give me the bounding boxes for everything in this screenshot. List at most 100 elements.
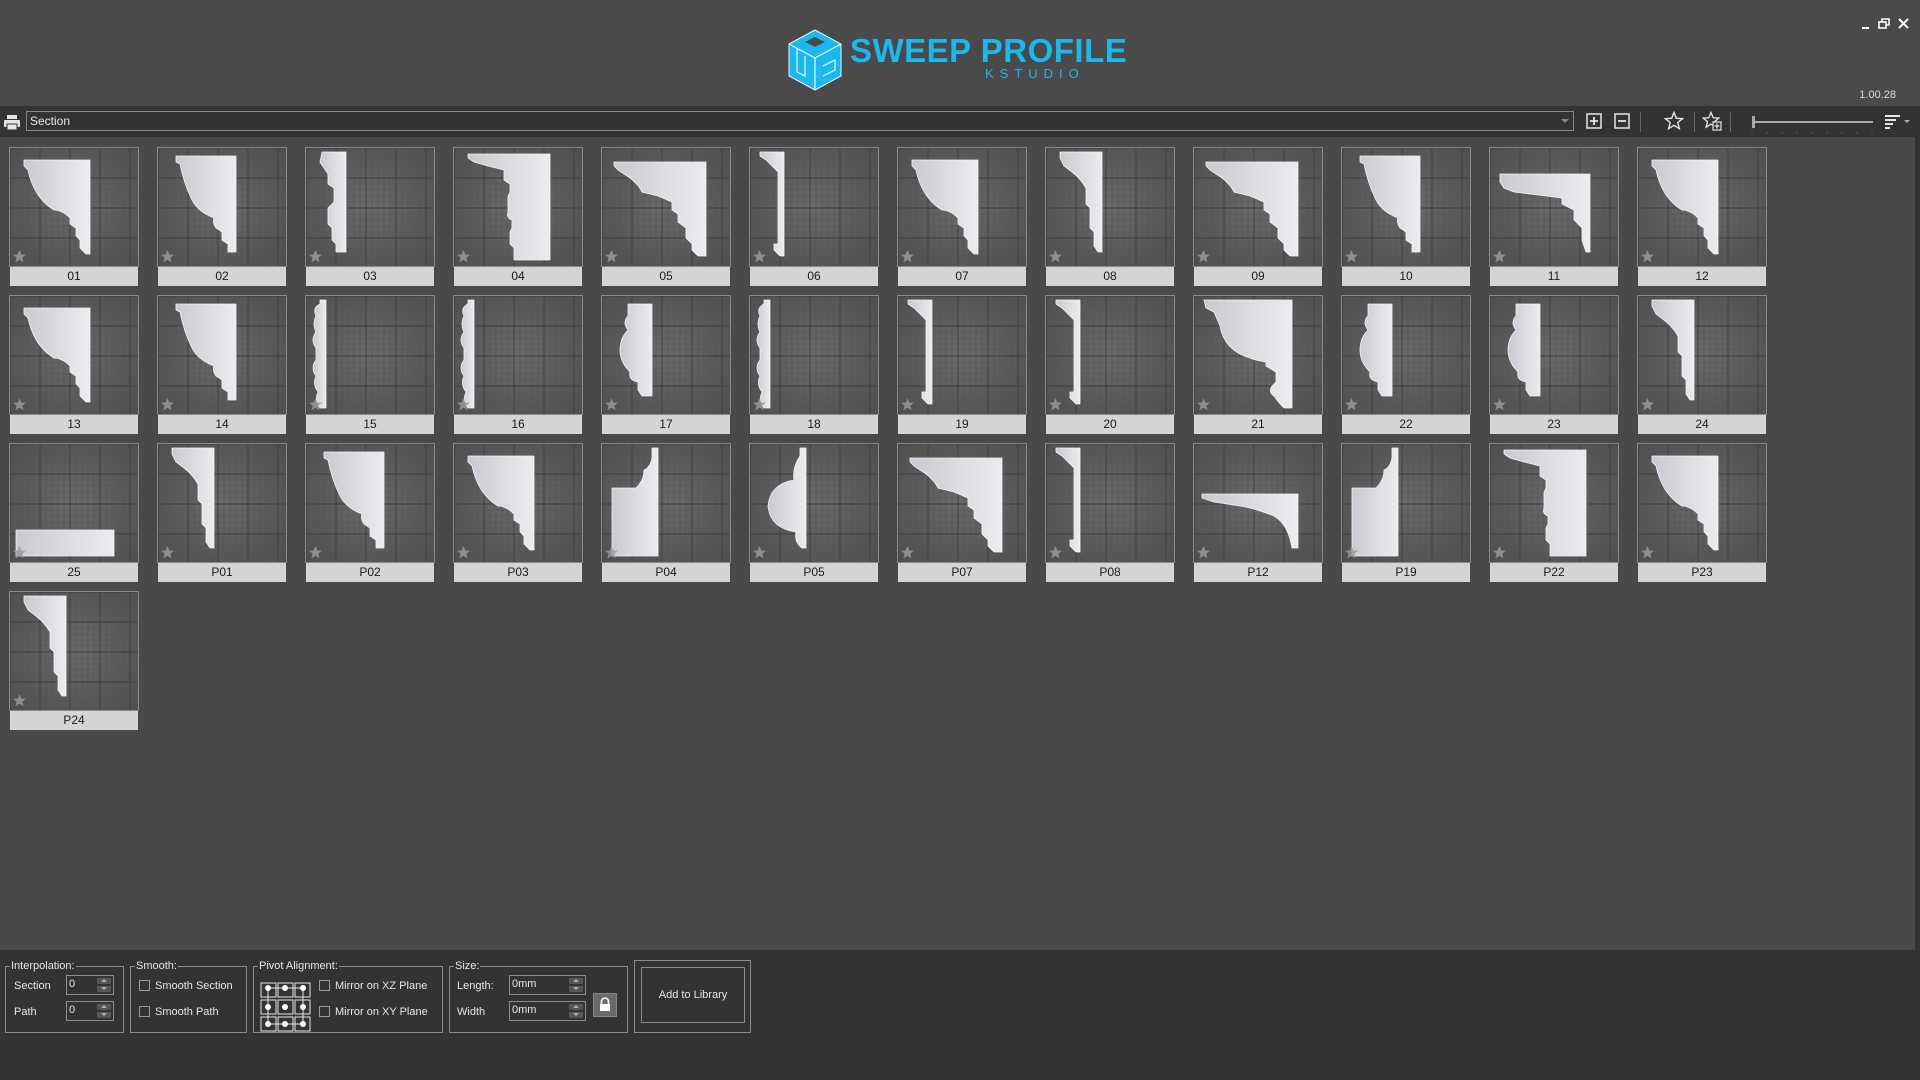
- favorite-star-icon[interactable]: [12, 545, 27, 560]
- favorite-star-icon[interactable]: [160, 249, 175, 264]
- mirror-xy-checkbox[interactable]: [319, 1006, 330, 1017]
- profile-tile[interactable]: P03: [453, 443, 583, 582]
- profile-tile[interactable]: P22: [1489, 443, 1619, 582]
- profile-tile[interactable]: P24: [9, 591, 139, 730]
- add-favorite-button[interactable]: [1702, 111, 1722, 131]
- spin-down-icon[interactable]: [569, 1012, 583, 1018]
- profile-tile[interactable]: P02: [305, 443, 435, 582]
- profile-tile[interactable]: 03: [305, 147, 435, 286]
- profile-thumbnail[interactable]: [453, 443, 583, 563]
- favorite-star-icon[interactable]: [900, 397, 915, 412]
- profile-tile[interactable]: 17: [601, 295, 731, 434]
- favorite-star-icon[interactable]: [12, 249, 27, 264]
- minimize-button[interactable]: [1858, 16, 1874, 32]
- smooth-path-checkbox[interactable]: [139, 1006, 150, 1017]
- profile-thumbnail[interactable]: [157, 295, 287, 415]
- profile-thumbnail[interactable]: [9, 591, 139, 711]
- length-input[interactable]: 0mm: [509, 975, 586, 995]
- spin-up-icon[interactable]: [97, 978, 111, 984]
- profile-tile[interactable]: P04: [601, 443, 731, 582]
- profile-tile[interactable]: P07: [897, 443, 1027, 582]
- profile-tile[interactable]: 21: [1193, 295, 1323, 434]
- profile-tile[interactable]: 14: [157, 295, 287, 434]
- profile-thumbnail[interactable]: [749, 295, 879, 415]
- favorite-star-icon[interactable]: [456, 545, 471, 560]
- favorite-star-icon[interactable]: [900, 249, 915, 264]
- profile-tile[interactable]: 05: [601, 147, 731, 286]
- favorite-star-icon[interactable]: [1492, 397, 1507, 412]
- profile-thumbnail[interactable]: [1489, 295, 1619, 415]
- favorite-star-icon[interactable]: [1344, 545, 1359, 560]
- profile-tile[interactable]: P08: [1045, 443, 1175, 582]
- profile-thumbnail[interactable]: [601, 443, 731, 563]
- favorite-star-icon[interactable]: [604, 397, 619, 412]
- profile-thumbnail[interactable]: [1045, 295, 1175, 415]
- favorite-star-icon[interactable]: [1196, 397, 1211, 412]
- smooth-section-checkbox[interactable]: [139, 980, 150, 991]
- profile-thumbnail[interactable]: [1193, 147, 1323, 267]
- spin-down-icon[interactable]: [97, 986, 111, 992]
- profile-thumbnail[interactable]: [1489, 443, 1619, 563]
- expand-all-button[interactable]: [1584, 111, 1604, 131]
- favorite-star-icon[interactable]: [1196, 249, 1211, 264]
- profile-thumbnail[interactable]: [305, 295, 435, 415]
- profile-thumbnail[interactable]: [453, 295, 583, 415]
- favorite-star-icon[interactable]: [604, 249, 619, 264]
- profile-tile[interactable]: 15: [305, 295, 435, 434]
- favorite-star-icon[interactable]: [308, 397, 323, 412]
- profile-tile[interactable]: 23: [1489, 295, 1619, 434]
- collapse-all-button[interactable]: [1612, 111, 1632, 131]
- favorite-star-icon[interactable]: [1640, 397, 1655, 412]
- favorite-star-icon[interactable]: [752, 249, 767, 264]
- profile-tile[interactable]: P19: [1341, 443, 1471, 582]
- pivot-grid-selector[interactable]: [260, 982, 312, 1032]
- profile-tile[interactable]: 02: [157, 147, 287, 286]
- mirror-xz-checkbox[interactable]: [319, 980, 330, 991]
- profile-thumbnail[interactable]: [1341, 295, 1471, 415]
- spin-up-icon[interactable]: [569, 978, 583, 984]
- favorites-star-button[interactable]: [1664, 111, 1684, 131]
- profile-tile[interactable]: 06: [749, 147, 879, 286]
- spinner[interactable]: [569, 978, 583, 992]
- profile-tile[interactable]: 18: [749, 295, 879, 434]
- profile-thumbnail[interactable]: [9, 295, 139, 415]
- profile-thumbnail[interactable]: [1637, 295, 1767, 415]
- favorite-star-icon[interactable]: [1048, 545, 1063, 560]
- close-button[interactable]: [1896, 16, 1912, 32]
- spin-down-icon[interactable]: [569, 986, 583, 992]
- category-dropdown[interactable]: Section: [26, 111, 1574, 131]
- profile-thumbnail[interactable]: [1341, 147, 1471, 267]
- profile-thumbnail[interactable]: [9, 147, 139, 267]
- spinner[interactable]: [97, 978, 111, 992]
- sort-menu-button[interactable]: [1884, 111, 1912, 131]
- favorite-star-icon[interactable]: [604, 545, 619, 560]
- profile-tile[interactable]: 20: [1045, 295, 1175, 434]
- profile-tile[interactable]: 01: [9, 147, 139, 286]
- profile-tile[interactable]: P05: [749, 443, 879, 582]
- profile-thumbnail[interactable]: [1045, 147, 1175, 267]
- profile-thumbnail[interactable]: [1489, 147, 1619, 267]
- spinner[interactable]: [569, 1004, 583, 1018]
- profile-thumbnail[interactable]: [897, 147, 1027, 267]
- favorite-star-icon[interactable]: [160, 545, 175, 560]
- favorite-star-icon[interactable]: [12, 693, 27, 708]
- profile-thumbnail[interactable]: [157, 147, 287, 267]
- favorite-star-icon[interactable]: [752, 545, 767, 560]
- profile-thumbnail[interactable]: [1193, 443, 1323, 563]
- favorite-star-icon[interactable]: [752, 397, 767, 412]
- profile-thumbnail[interactable]: [1193, 295, 1323, 415]
- profile-thumbnail[interactable]: [9, 443, 139, 563]
- profile-tile[interactable]: P23: [1637, 443, 1767, 582]
- profile-thumbnail[interactable]: [453, 147, 583, 267]
- profile-tile[interactable]: 12: [1637, 147, 1767, 286]
- favorite-star-icon[interactable]: [1492, 545, 1507, 560]
- profile-tile[interactable]: 09: [1193, 147, 1323, 286]
- profile-tile[interactable]: 07: [897, 147, 1027, 286]
- profile-thumbnail[interactable]: [897, 295, 1027, 415]
- favorite-star-icon[interactable]: [456, 249, 471, 264]
- profile-tile[interactable]: 16: [453, 295, 583, 434]
- favorite-star-icon[interactable]: [1048, 397, 1063, 412]
- profile-tile[interactable]: 13: [9, 295, 139, 434]
- profile-thumbnail[interactable]: [305, 443, 435, 563]
- favorite-star-icon[interactable]: [1048, 249, 1063, 264]
